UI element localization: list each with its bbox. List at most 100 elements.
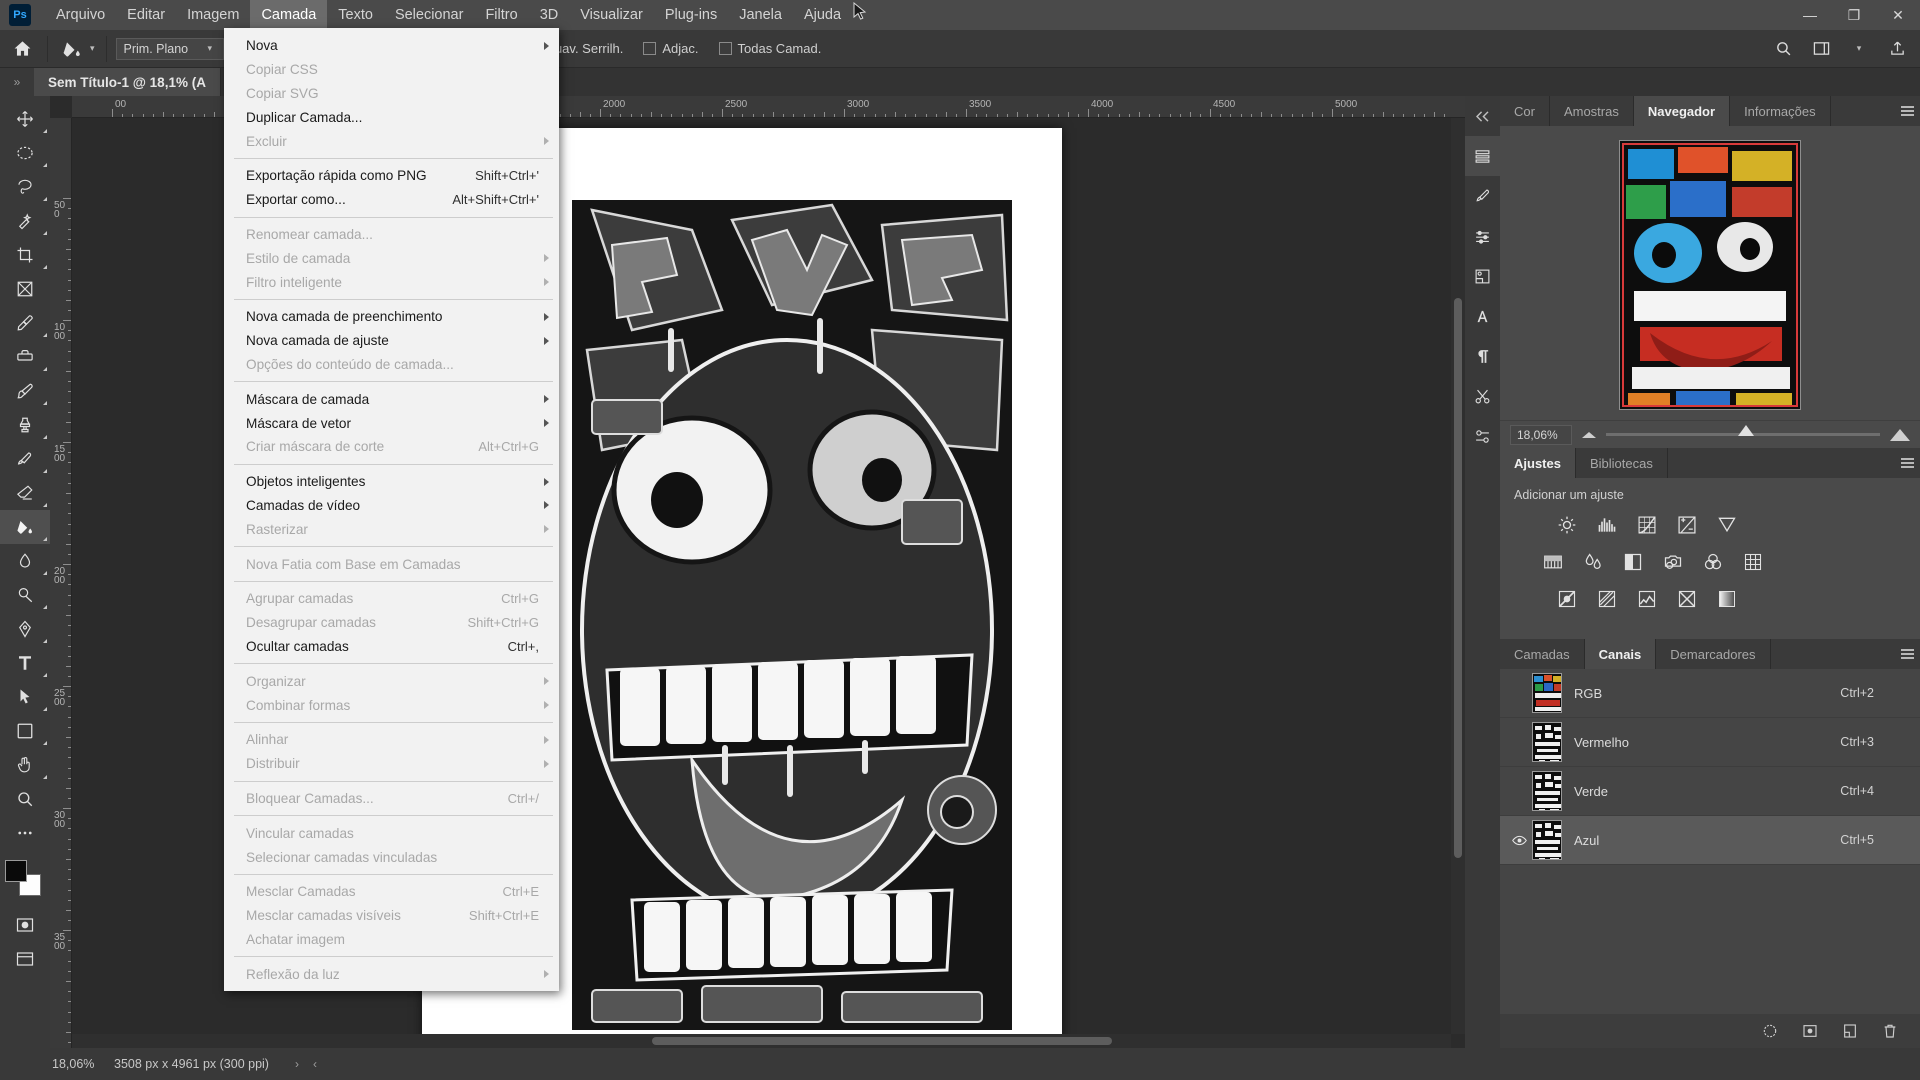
menu-bar[interactable]: Arquivo Editar Imagem Camada Texto Selecionar…	[45, 0, 852, 30]
document-tab[interactable]: Sem Título-1 @ 18,1% (A	[34, 68, 221, 96]
tool-marquee[interactable]	[0, 136, 50, 170]
search-icon[interactable]	[1766, 32, 1800, 66]
tool-type[interactable]	[0, 646, 50, 680]
tool-zoom[interactable]	[0, 782, 50, 816]
tool-quick-select[interactable]	[0, 204, 50, 238]
invert-icon[interactable]	[1554, 586, 1580, 612]
tool-eyedropper[interactable]	[0, 306, 50, 340]
exposure-icon[interactable]	[1674, 512, 1700, 538]
contiguous-checkbox[interactable]: Adjac.	[633, 41, 708, 56]
menubar-item-texto[interactable]: Texto	[327, 0, 384, 30]
panel-tab-cor[interactable]: Cor	[1500, 96, 1550, 126]
minimize-button[interactable]: —	[1788, 0, 1832, 30]
tool-path-selection[interactable]	[0, 680, 50, 714]
tool-history-brush[interactable]	[0, 442, 50, 476]
tool-more[interactable]	[0, 816, 50, 850]
foreground-color-swatch[interactable]	[5, 860, 27, 882]
channel-row[interactable]: Vermelho Ctrl+3	[1500, 718, 1920, 767]
canvas-vertical-scrollbar[interactable]	[1451, 118, 1465, 1034]
color-lookup-icon[interactable]	[1740, 549, 1766, 575]
menu-item-nova-camada-de-ajuste[interactable]: Nova camada de ajuste	[224, 329, 559, 353]
load-selection-icon[interactable]	[1760, 1021, 1780, 1041]
vibrance-icon[interactable]	[1714, 512, 1740, 538]
navigator-thumbnail[interactable]	[1619, 140, 1801, 410]
channel-row[interactable]: Azul Ctrl+5	[1500, 816, 1920, 865]
zoom-in-icon[interactable]	[1890, 428, 1910, 441]
menu-item-máscara-de-vetor[interactable]: Máscara de vetor	[224, 411, 559, 435]
channels-list[interactable]: RGB Ctrl+2 Vermelho Ctrl+3 Verde Ctrl+4 Azul Ct…	[1500, 669, 1920, 865]
channel-row[interactable]: RGB Ctrl+2	[1500, 669, 1920, 718]
brushes-icon[interactable]	[1465, 176, 1500, 216]
menu-item-máscara-de-camada[interactable]: Máscara de camada	[224, 387, 559, 411]
scrollbar-thumb[interactable]	[1454, 298, 1462, 858]
tool-dodge[interactable]	[0, 578, 50, 612]
panel-menu-icon[interactable]	[1894, 96, 1920, 126]
photo-filter-icon[interactable]	[1660, 549, 1686, 575]
curves-icon[interactable]	[1634, 512, 1660, 538]
posterize-icon[interactable]	[1594, 586, 1620, 612]
menubar-item-selecionar[interactable]: Selecionar	[384, 0, 475, 30]
menubar-item-plug-ins[interactable]: Plug-ins	[654, 0, 728, 30]
save-selection-icon[interactable]	[1800, 1021, 1820, 1041]
menubar-item-editar[interactable]: Editar	[116, 0, 176, 30]
gradient-map-icon[interactable]	[1674, 586, 1700, 612]
menu-item-nova[interactable]: Nova	[224, 34, 559, 58]
tool-shape[interactable]	[0, 714, 50, 748]
scissors-icon[interactable]	[1465, 376, 1500, 416]
chevron-down-icon[interactable]: ▾	[1842, 32, 1876, 66]
status-zoom-value[interactable]: 18,06%	[0, 1057, 94, 1071]
levels-icon[interactable]	[1594, 512, 1620, 538]
channel-mixer-icon[interactable]	[1700, 549, 1726, 575]
panel-tab-demarcadores[interactable]: Demarcadores	[1656, 639, 1771, 669]
color-balance-icon[interactable]	[1580, 549, 1606, 575]
panel-menu-icon[interactable]	[1894, 448, 1920, 478]
zoom-slider-knob[interactable]	[1737, 425, 1754, 436]
tool-crop[interactable]	[0, 238, 50, 272]
delete-channel-icon[interactable]	[1880, 1021, 1900, 1041]
channel-row[interactable]: Verde Ctrl+4	[1500, 767, 1920, 816]
panel-tab-ajustes[interactable]: Ajustes	[1500, 448, 1576, 478]
threshold-icon[interactable]	[1634, 586, 1660, 612]
menubar-item-filtro[interactable]: Filtro	[474, 0, 528, 30]
menu-item-nova-camada-de-preenchimento[interactable]: Nova camada de preenchimento	[224, 305, 559, 329]
sliders-icon[interactable]	[1465, 216, 1500, 256]
tool-lasso[interactable]	[0, 170, 50, 204]
status-collapse-arrow[interactable]: ‹	[313, 1057, 317, 1071]
zoom-out-icon[interactable]	[1582, 431, 1596, 438]
tool-eraser[interactable]	[0, 476, 50, 510]
tool-clone-stamp[interactable]	[0, 408, 50, 442]
menu-item-exportar-como[interactable]: Exportar como... Alt+Shift+Ctrl+'	[224, 188, 559, 212]
menubar-item-arquivo[interactable]: Arquivo	[45, 0, 116, 30]
menu-item-objetos-inteligentes[interactable]: Objetos inteligentes	[224, 470, 559, 494]
adjustments-panel-tabs[interactable]: Ajustes Bibliotecas	[1500, 448, 1920, 478]
tool-blur[interactable]	[0, 544, 50, 578]
menu-item-duplicar-camada[interactable]: Duplicar Camada...	[224, 105, 559, 129]
camada-dropdown-menu[interactable]: Nova Copiar CSS Copiar SVG Duplicar Camada.…	[224, 28, 559, 992]
panel-expand-icon[interactable]: »	[0, 68, 34, 96]
new-channel-icon[interactable]	[1840, 1021, 1860, 1041]
tool-brush[interactable]	[0, 374, 50, 408]
menubar-item-3d[interactable]: 3D	[529, 0, 570, 30]
menu-item-exportação-rápida-como-png[interactable]: Exportação rápida como PNG Shift+Ctrl+'	[224, 164, 559, 188]
panel-tab-informa-es[interactable]: Informações	[1730, 96, 1831, 126]
selective-color-icon[interactable]	[1714, 586, 1740, 612]
brightness-contrast-icon[interactable]	[1554, 512, 1580, 538]
navigator-panel-tabs[interactable]: Cor Amostras Navegador Informações	[1500, 96, 1920, 126]
zoom-slider[interactable]	[1606, 425, 1880, 436]
scrollbar-thumb[interactable]	[652, 1037, 1112, 1045]
tool-frame[interactable]	[0, 272, 50, 306]
tool-move[interactable]	[0, 102, 50, 136]
menu-item-camadas-de-vídeo[interactable]: Camadas de vídeo	[224, 494, 559, 518]
menubar-item-janela[interactable]: Janela	[728, 0, 793, 30]
menubar-item-camada[interactable]: Camada	[250, 0, 328, 30]
tool-spot-heal[interactable]	[0, 340, 50, 374]
tool-paint-bucket[interactable]	[0, 510, 50, 544]
channels-panel-tabs[interactable]: Camadas Canais Demarcadores	[1500, 639, 1920, 669]
menubar-item-ajuda[interactable]: Ajuda	[793, 0, 852, 30]
panel-tab-navegador[interactable]: Navegador	[1633, 96, 1731, 126]
canvas-horizontal-scrollbar[interactable]	[72, 1034, 1451, 1048]
eye-visible-icon[interactable]	[1506, 835, 1532, 846]
share-icon[interactable]	[1880, 32, 1914, 66]
foreground-background-colors[interactable]	[3, 858, 47, 900]
fill-source-chevron-icon[interactable]: ▾	[208, 43, 213, 54]
